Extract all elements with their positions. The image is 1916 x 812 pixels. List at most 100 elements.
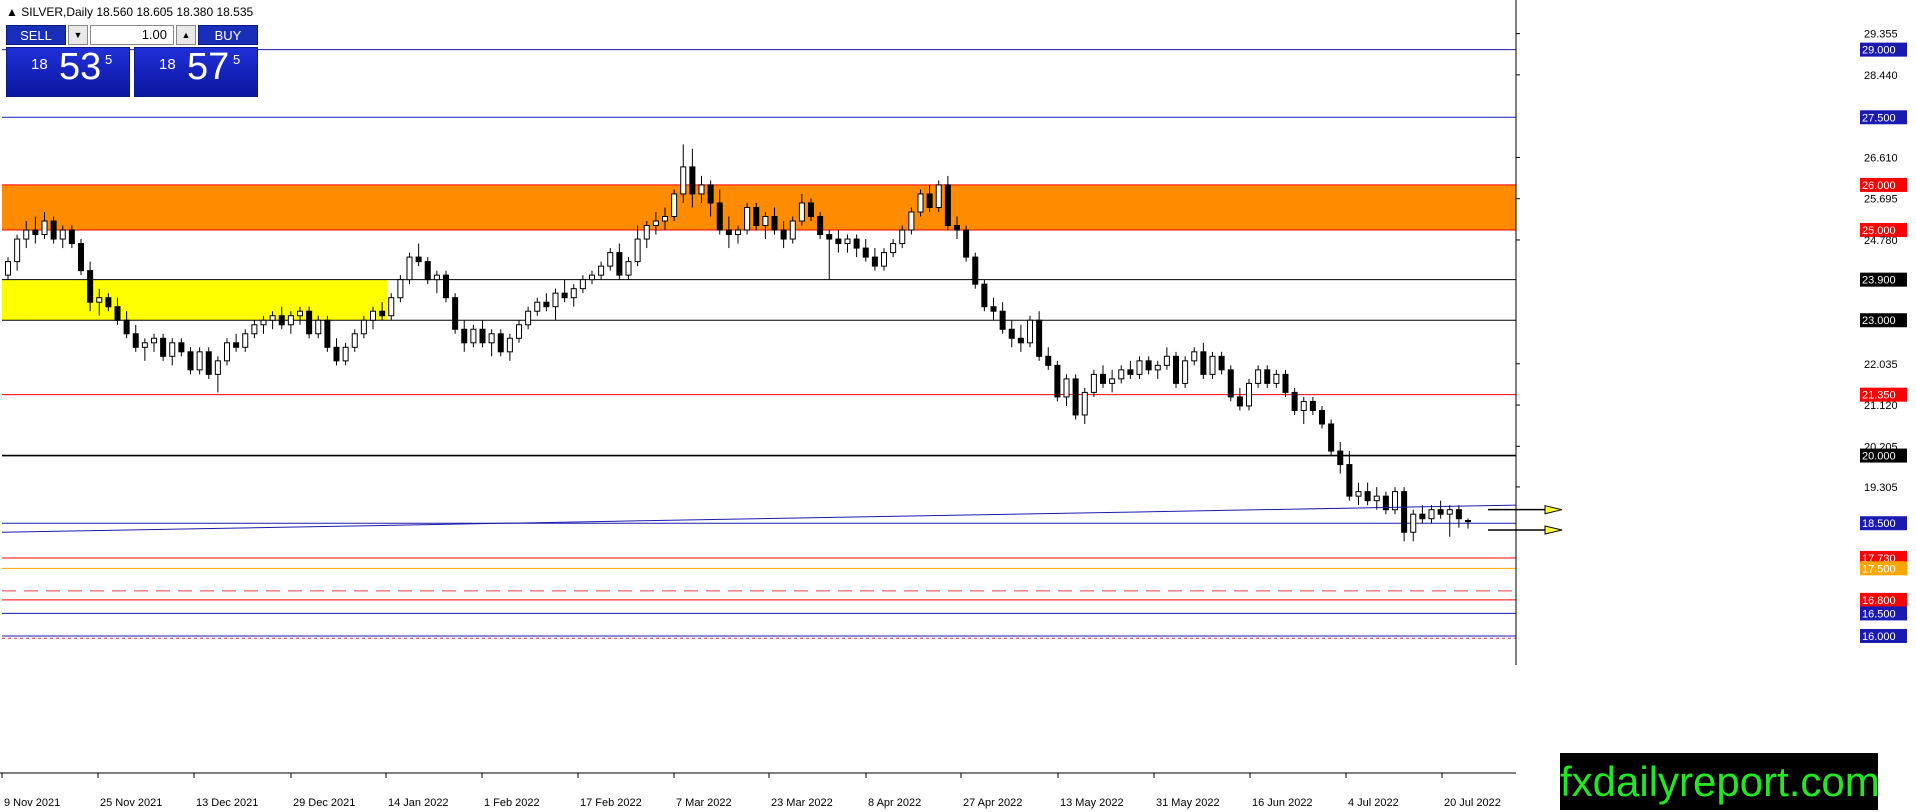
price-chart[interactable]: 29.00027.50026.00025.00023.90023.00021.3… <box>0 0 1916 812</box>
candle-body <box>771 216 778 231</box>
candle <box>972 252 979 289</box>
candle <box>1072 374 1079 420</box>
candle-body <box>1373 495 1380 502</box>
candle-body <box>552 292 559 308</box>
candle <box>762 211 769 240</box>
ask-price-button[interactable]: 18 57 5 <box>134 46 258 97</box>
candle-body <box>306 310 313 335</box>
candle-body <box>853 238 860 249</box>
candle <box>50 216 57 244</box>
candle <box>1145 356 1152 375</box>
candle-body <box>762 216 769 227</box>
candle <box>1428 505 1435 524</box>
candle <box>598 261 605 280</box>
sell-button[interactable]: SELL <box>6 25 66 45</box>
candle-body <box>32 229 39 236</box>
candle-body <box>990 306 997 312</box>
candle <box>817 211 824 240</box>
candle-body <box>452 297 459 330</box>
candle-body <box>442 274 450 299</box>
candle-body <box>269 315 276 321</box>
candle-body <box>77 243 85 272</box>
candle-body <box>141 342 148 348</box>
candle <box>14 234 21 271</box>
candle-body <box>698 184 705 195</box>
candle-body <box>424 261 431 281</box>
candle <box>1109 369 1116 393</box>
candle-body <box>1318 409 1326 425</box>
candle <box>871 248 878 271</box>
candle <box>1081 387 1088 424</box>
candle-body <box>1337 450 1344 466</box>
candle <box>880 248 888 271</box>
candle-body <box>579 279 586 290</box>
candle-body <box>1172 355 1180 384</box>
candle <box>214 356 221 393</box>
candle <box>671 189 678 222</box>
candle-body <box>908 211 915 231</box>
candle-body <box>972 256 979 285</box>
candle <box>1391 487 1399 515</box>
candle <box>1446 505 1453 537</box>
candle-body <box>169 342 176 357</box>
candle-body <box>1328 423 1335 452</box>
candle <box>1099 365 1107 388</box>
candle-body <box>205 351 212 375</box>
candle-body <box>351 333 358 348</box>
candle-body <box>342 346 349 362</box>
candle-body <box>1090 373 1097 393</box>
candle <box>515 320 523 343</box>
candle-body <box>1182 360 1189 384</box>
candle-body <box>1410 513 1417 533</box>
time-tick-label: 14 Jan 2022 <box>388 797 449 809</box>
bid-price-big: 18 <box>31 56 48 73</box>
candle-body <box>1154 364 1161 371</box>
candle-body <box>1346 464 1353 497</box>
lot-size-input[interactable]: 1.00 <box>90 25 174 45</box>
price-tick-label: 25.695 <box>1864 194 1898 206</box>
candle <box>561 279 568 303</box>
candle-body <box>643 225 650 240</box>
lot-increase-button[interactable]: ▲ <box>176 25 196 45</box>
price-tick-label: 19.305 <box>1864 482 1898 494</box>
trend-line <box>1 504 1517 533</box>
candle <box>552 288 559 321</box>
candle <box>1127 360 1134 379</box>
candle-body <box>488 333 495 344</box>
candle <box>1236 387 1243 411</box>
bid-price-button[interactable]: 18 53 5 <box>6 46 130 97</box>
candle-body <box>689 166 696 195</box>
candle <box>388 293 395 321</box>
candle <box>890 239 897 258</box>
candle-body <box>14 238 21 263</box>
candle-body <box>324 319 331 348</box>
candle-body <box>999 310 1006 330</box>
candle <box>1191 347 1198 366</box>
time-tick-label: 29 Dec 2021 <box>293 797 355 809</box>
candle-body <box>1282 373 1289 393</box>
candle-body <box>570 288 577 299</box>
candle-body <box>251 324 258 335</box>
lot-decrease-button[interactable]: ▼ <box>68 25 88 45</box>
candle <box>442 270 450 303</box>
candle-body <box>1428 509 1435 520</box>
candle-body <box>616 252 623 276</box>
candle <box>479 320 486 348</box>
candle-body <box>935 184 942 208</box>
candle <box>1245 378 1253 411</box>
zone-support-resistance <box>2 279 387 321</box>
buy-button[interactable]: BUY <box>198 25 258 45</box>
candle-body <box>461 328 468 344</box>
candle <box>543 293 550 312</box>
candle <box>643 221 650 249</box>
candle <box>1136 356 1143 379</box>
candle-body <box>944 184 951 227</box>
time-tick-label: 17 Feb 2022 <box>580 797 642 809</box>
candle-body <box>233 342 240 348</box>
candle-body <box>1236 396 1243 407</box>
candle <box>1355 482 1362 506</box>
candle-body <box>123 319 130 335</box>
level-label-17.500: 17.500 <box>1862 563 1896 575</box>
candle <box>1328 419 1335 456</box>
candle-body <box>1455 509 1462 520</box>
